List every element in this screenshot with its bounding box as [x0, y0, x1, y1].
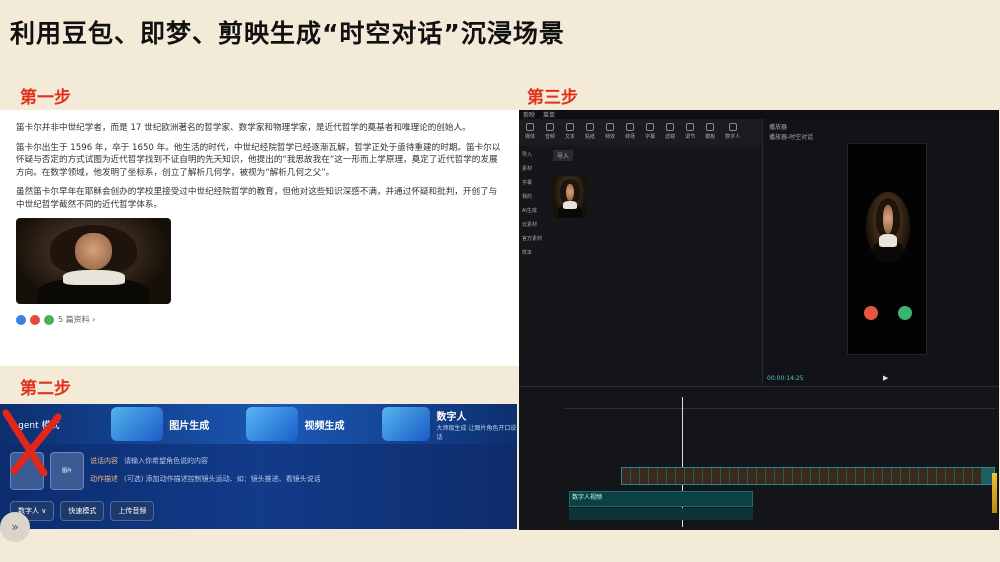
- digital-human-clip[interactable]: 数字人视频: [569, 491, 753, 507]
- video-call-preview: [847, 143, 927, 355]
- source-icon: [30, 314, 40, 325]
- answer-paragraph-1: 笛卡尔并非中世纪学者，而是 17 世纪欧洲著名的哲学家、数学家和物理学家，是近代…: [16, 123, 471, 133]
- image-generation-icon: [111, 407, 164, 441]
- tool-transition[interactable]: 转场: [625, 123, 635, 141]
- editor-toolbar: 媒体 音频 文本 贴纸 特效 转场 字幕 滤镜 调节 模板 数字人: [519, 119, 762, 145]
- sources-row[interactable]: 5 篇资料 ›: [16, 314, 503, 325]
- red-cross-mark-icon: [2, 409, 62, 477]
- video-track-clip[interactable]: [621, 467, 995, 485]
- descartes-portrait-image[interactable]: [16, 218, 171, 304]
- sources-link[interactable]: 5 篇资料 ›: [58, 314, 95, 325]
- audio-track-clip[interactable]: [569, 508, 753, 520]
- sidebar-item-captions[interactable]: 字幕: [519, 176, 545, 190]
- tab-digital-human[interactable]: 数字人 大师级生成 让图片角色开口说话: [381, 407, 517, 441]
- menu-app[interactable]: 剪映: [523, 110, 535, 119]
- tool-template[interactable]: 模板: [705, 123, 715, 141]
- sidebar-item-sample[interactable]: 样本: [519, 246, 545, 260]
- tool-effects[interactable]: 特效: [605, 123, 615, 141]
- play-button[interactable]: ▶: [883, 374, 888, 382]
- answer-paragraph-3: 虽然笛卡尔早年在耶稣会创办的学校里接受过中世纪经院哲学的教育，但他对这些知识深感…: [16, 187, 498, 210]
- player-title: 播放器: [769, 124, 788, 131]
- source-icon: [44, 314, 54, 325]
- step1-label: 第一步: [20, 88, 71, 108]
- answer-paragraph-2: 笛卡尔出生于 1596 年，卒于 1650 年。他生活的时代，中世纪经院哲学已经…: [16, 142, 501, 178]
- tool-filters[interactable]: 滤镜: [665, 123, 675, 141]
- media-clip-thumbnail[interactable]: [553, 176, 587, 218]
- fast-mode-button[interactable]: 快速模式: [60, 501, 105, 521]
- tool-digital-human[interactable]: 数字人: [725, 123, 740, 141]
- speech-content-field[interactable]: 说话内容 请输入你希望角色说的内容: [90, 452, 321, 470]
- motion-description-field[interactable]: 动作描述 (可选) 添加动作描述控制镜头运动、如：镜头推进、看镜头说话: [90, 470, 321, 488]
- tool-media[interactable]: 媒体: [525, 123, 535, 141]
- sidebar-item-ai[interactable]: AI生成: [519, 204, 545, 218]
- source-icon: [16, 314, 26, 325]
- step2-label: 第二步: [20, 379, 71, 399]
- expand-chevron-button[interactable]: »: [0, 512, 30, 542]
- timeline: 数字人视频: [519, 386, 999, 530]
- tool-captions[interactable]: 字幕: [645, 123, 655, 141]
- sidebar-item-mine[interactable]: 我的: [519, 190, 545, 204]
- jianying-editor-panel: 剪映 菜单 媒体 音频 文本 贴纸 特效 转场 字幕 滤镜 调节 模板 数字人 …: [519, 110, 999, 530]
- tool-sticker[interactable]: 贴纸: [585, 123, 595, 141]
- media-library: 导入: [549, 148, 759, 378]
- tab-image-generation[interactable]: 图片生成: [111, 407, 246, 441]
- volume-meter: [992, 473, 997, 513]
- accept-call-icon: [898, 306, 912, 320]
- sidebar-item-import[interactable]: 导入: [519, 148, 545, 162]
- upload-audio-button[interactable]: 上传音频: [110, 501, 155, 521]
- doubao-answer-panel: 笛卡尔并非中世纪学者，而是 17 世纪欧洲著名的哲学家、数学家和物理学家，是近代…: [0, 110, 519, 366]
- jimeng-panel: Agent 模式 图片生成 视频生成 数字人 大师级生成 让图片角色开口说话 图…: [0, 404, 517, 529]
- player-subtitle: 播放器-时空对话: [769, 134, 814, 141]
- menu-main[interactable]: 菜单: [543, 110, 555, 119]
- digital-human-icon: [381, 407, 431, 441]
- tool-text[interactable]: 文本: [565, 123, 575, 141]
- import-button[interactable]: 导入: [553, 150, 574, 161]
- timeline-ruler[interactable]: [565, 403, 995, 409]
- sidebar-item-material[interactable]: 素材: [519, 162, 545, 176]
- tab-video-generation[interactable]: 视频生成: [246, 407, 381, 441]
- media-sidebar: 导入 素材 字幕 我的 AI生成 云素材 官方素材 样本: [519, 148, 545, 258]
- video-player: 播放器 播放器-时空对话 00:00:14:25 ▶: [762, 119, 999, 385]
- tool-audio[interactable]: 音频: [545, 123, 555, 141]
- sidebar-item-official[interactable]: 官方素材: [519, 232, 545, 246]
- step3-label: 第三步: [527, 88, 578, 108]
- descartes-call-portrait: [866, 192, 910, 262]
- player-timecode: 00:00:14:25: [767, 375, 804, 382]
- video-generation-icon: [246, 407, 299, 441]
- sidebar-item-cloud[interactable]: 云素材: [519, 218, 545, 232]
- decline-call-icon: [864, 306, 878, 320]
- tool-adjust[interactable]: 调节: [685, 123, 695, 141]
- slide-title: 利用豆包、即梦、剪映生成“时空对话”沉浸场景: [10, 19, 565, 48]
